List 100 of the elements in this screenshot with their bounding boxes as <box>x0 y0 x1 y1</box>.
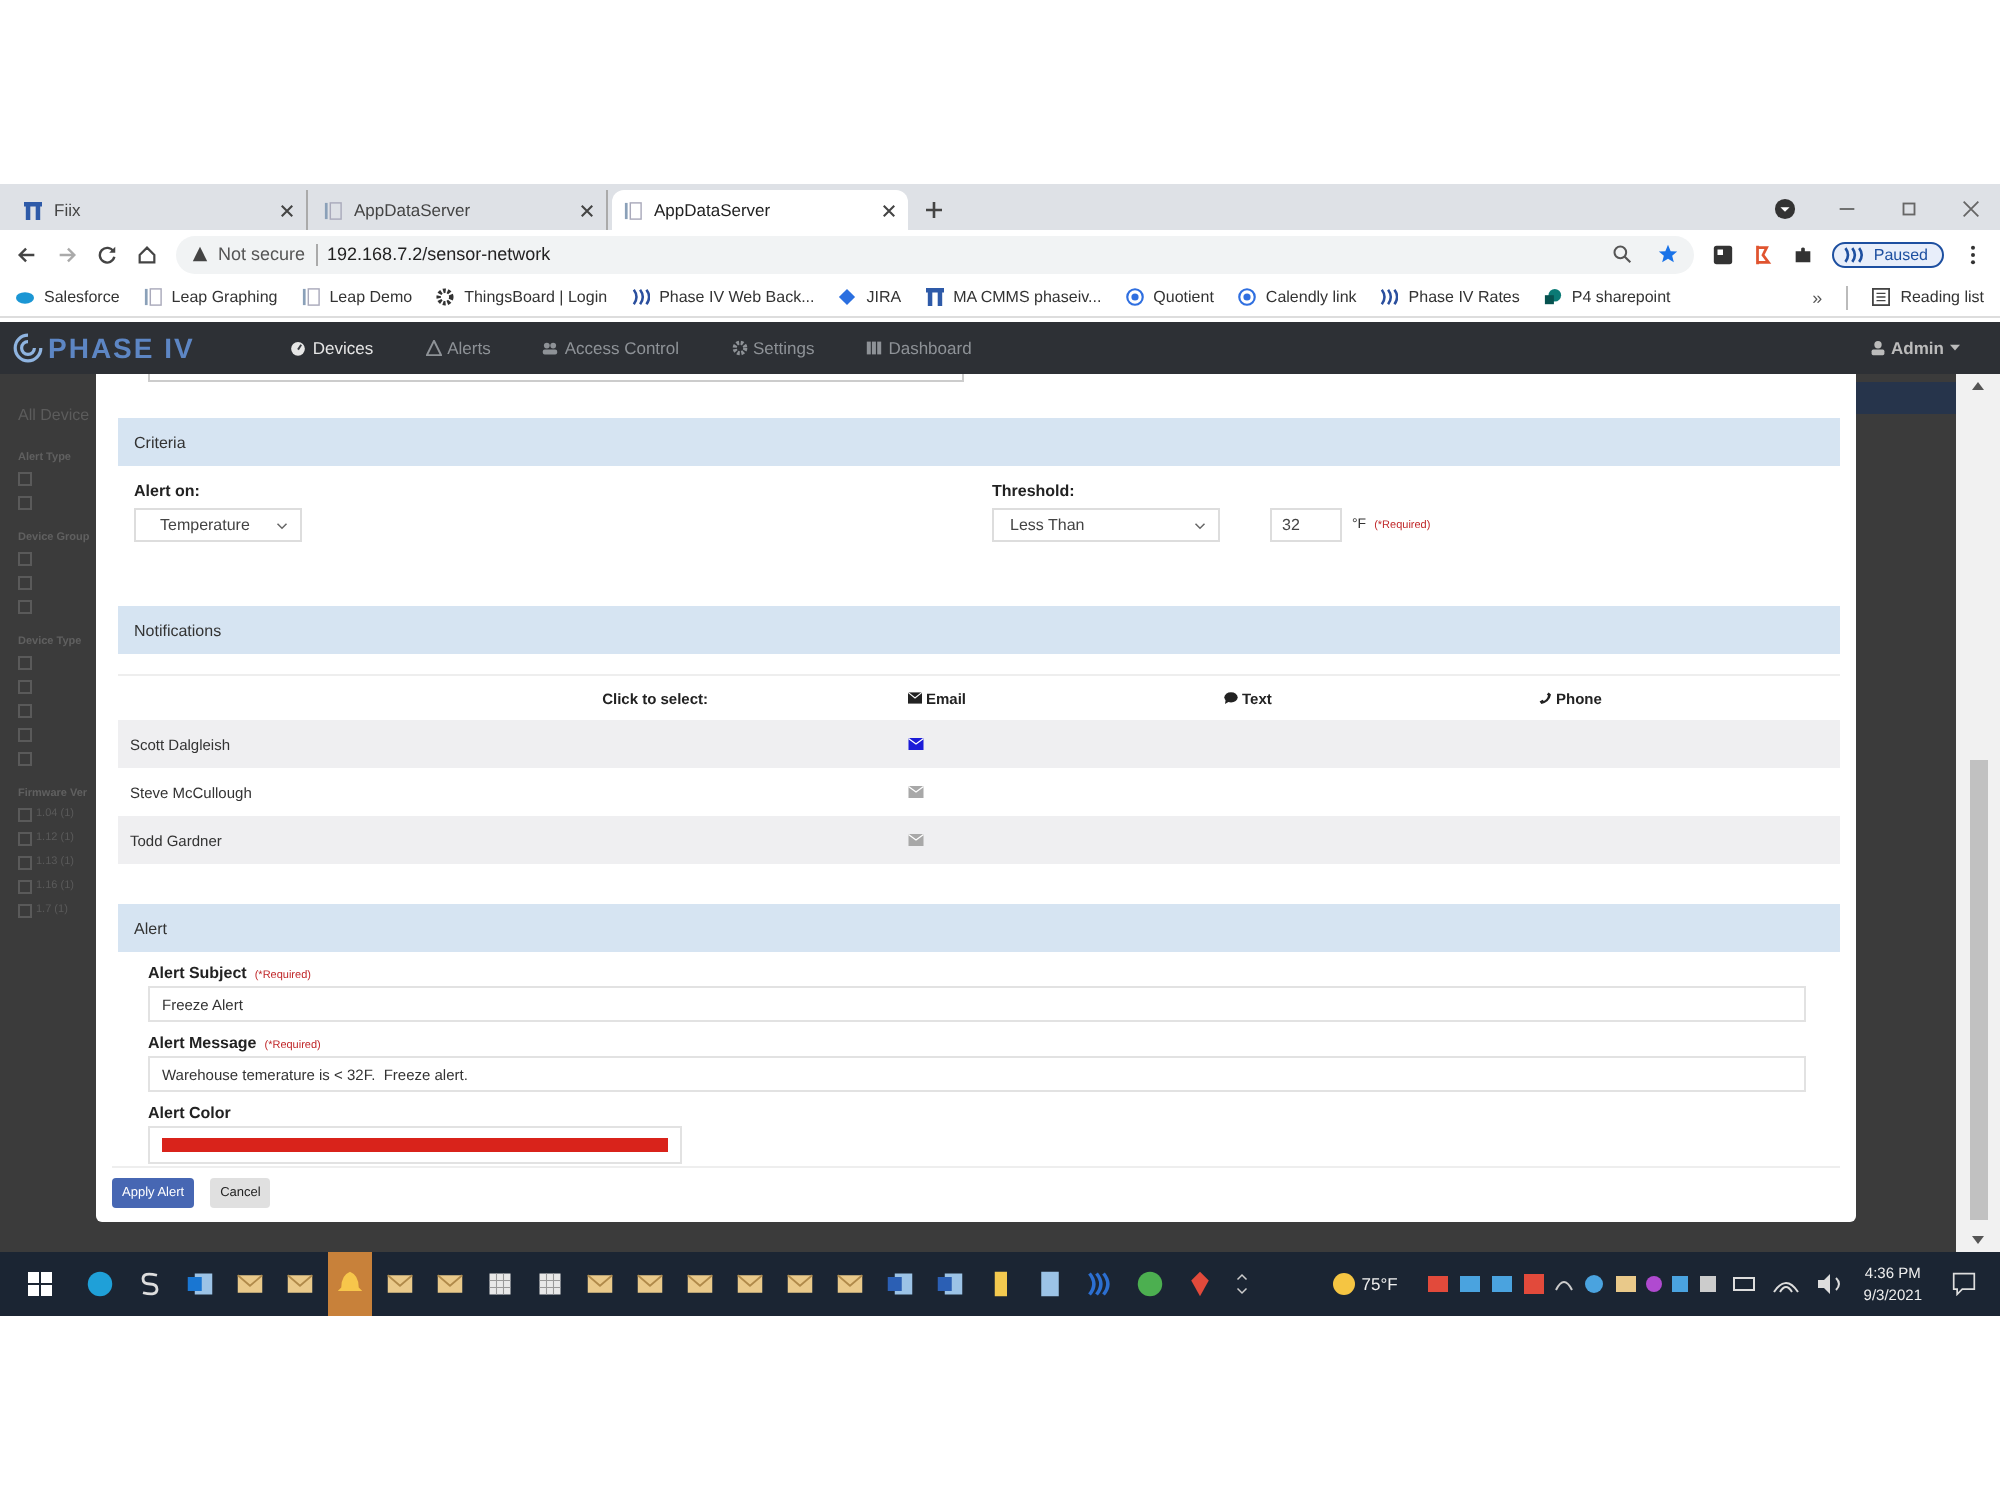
more-bookmarks-button[interactable]: » <box>1812 287 1823 307</box>
close-icon[interactable] <box>1960 198 1982 220</box>
close-icon[interactable] <box>280 203 294 217</box>
checkbox[interactable] <box>18 751 32 765</box>
notifications-icon[interactable] <box>1952 1272 1976 1296</box>
browser-tab[interactable]: Fiix <box>12 190 308 230</box>
field-label: Alert Color <box>148 1104 231 1122</box>
checkbox[interactable] <box>18 831 32 845</box>
puzzle-icon[interactable] <box>1791 243 1814 265</box>
up-arrow-icon[interactable] <box>1972 382 1984 390</box>
caret-icon <box>1950 344 1960 352</box>
squiggle-icon <box>136 1270 164 1298</box>
bookmark[interactable]: Leap Demo <box>301 288 413 306</box>
app-icon <box>1543 288 1562 306</box>
dropdown-icon[interactable] <box>1774 198 1796 220</box>
checkbox[interactable] <box>18 879 32 893</box>
start-icon[interactable] <box>28 1272 52 1296</box>
user-menu[interactable]: Admin <box>1869 338 1960 358</box>
scrollbar-thumb[interactable] <box>1969 760 1987 1220</box>
background-panel <box>1856 382 1956 414</box>
checkbox[interactable] <box>18 551 32 565</box>
threshold-select[interactable]: Less Than <box>992 508 1220 542</box>
back-icon[interactable] <box>16 243 38 265</box>
close-icon[interactable] <box>882 203 896 217</box>
gauge-icon <box>290 340 307 356</box>
cloud-icon <box>16 288 34 306</box>
checkbox[interactable] <box>18 655 32 669</box>
email-toggle-icon[interactable] <box>908 834 924 846</box>
envelope-icon <box>908 692 922 704</box>
checkbox[interactable] <box>18 855 32 869</box>
reading-list-icon <box>1872 288 1891 306</box>
bookmark[interactable]: Salesforce <box>16 288 120 306</box>
zoom-icon[interactable] <box>1611 244 1632 264</box>
bookmark[interactable]: P4 sharepoint <box>1543 288 1671 306</box>
reading-list-button[interactable]: Reading list <box>1872 288 1984 306</box>
chevron-icon <box>1194 521 1206 529</box>
close-icon[interactable] <box>580 203 594 217</box>
checkbox[interactable] <box>18 903 32 917</box>
target-icon <box>1237 288 1256 306</box>
nav-link[interactable]: Alerts <box>425 338 491 358</box>
bookmark[interactable]: Calendly link <box>1237 288 1357 306</box>
browser-tab[interactable]: AppDataServer <box>612 190 908 230</box>
threshold-input[interactable]: 32 <box>1270 508 1342 542</box>
field-label: Alert on: <box>134 482 202 500</box>
checkbox[interactable] <box>18 471 32 485</box>
nav-link[interactable]: Dashboard <box>866 338 972 358</box>
user-icon <box>1869 340 1886 356</box>
bookmark[interactable]: Leap Graphing <box>143 288 278 306</box>
down-arrow-icon[interactable] <box>1972 1236 1984 1244</box>
chart-icon <box>866 340 883 356</box>
address-field[interactable]: Not secure 192.168.7.2/sensor-network <box>176 235 1694 273</box>
logo-mark-icon <box>12 332 44 364</box>
alert-on-select[interactable]: Temperature <box>134 508 302 542</box>
browser-icon <box>1136 1270 1164 1298</box>
nav-link[interactable]: Access Control <box>542 338 679 358</box>
email-toggle-icon[interactable] <box>908 786 924 798</box>
input-field[interactable] <box>148 374 964 382</box>
sun-icon <box>1331 1272 1356 1296</box>
envelope-icon <box>736 1270 764 1298</box>
star-icon[interactable] <box>1657 244 1678 264</box>
checkbox[interactable] <box>18 727 32 741</box>
envelope-icon <box>386 1270 414 1298</box>
color-picker[interactable] <box>148 1126 682 1164</box>
bookmark[interactable]: Phase IV Rates <box>1380 288 1520 306</box>
nav-link[interactable]: Devices <box>290 338 374 358</box>
extension-icon[interactable] <box>1711 243 1734 265</box>
weather-text[interactable]: 75°F <box>1361 1274 1398 1294</box>
checkbox[interactable] <box>18 679 32 693</box>
mail-app-icon <box>186 1270 214 1298</box>
bookmark[interactable]: Phase IV Web Back... <box>631 288 815 306</box>
scrollbar[interactable] <box>1956 374 2000 1252</box>
bookmark[interactable]: JIRA <box>838 288 902 306</box>
email-toggle-icon[interactable] <box>908 738 924 750</box>
bookmark[interactable]: MA CMMS phaseiv... <box>925 288 1102 306</box>
scroll-icon[interactable] <box>1236 1270 1248 1298</box>
checkbox[interactable] <box>18 703 32 717</box>
bookmark[interactable]: ThingsBoard | Login <box>436 288 608 306</box>
waves-icon <box>1086 1270 1114 1298</box>
new-tab-icon[interactable] <box>924 200 944 220</box>
settings-icon <box>731 340 747 356</box>
phone-icon <box>1538 692 1552 704</box>
envelope-icon <box>786 1270 814 1298</box>
reload-icon[interactable] <box>96 243 118 265</box>
diamond-icon <box>838 288 857 306</box>
chat-icon <box>1224 692 1238 704</box>
checkbox[interactable] <box>18 575 32 589</box>
bookmark[interactable]: Quotient <box>1125 288 1214 306</box>
restore-icon[interactable] <box>1898 198 1920 220</box>
nav-link[interactable]: Settings <box>731 338 815 358</box>
page-icon <box>143 288 162 306</box>
logo: PHASE IV <box>12 332 195 364</box>
checkbox[interactable] <box>18 495 32 509</box>
envelope-icon <box>586 1270 614 1298</box>
chevron-icon <box>276 521 288 529</box>
checkbox[interactable] <box>18 807 32 821</box>
checkbox[interactable] <box>18 599 32 613</box>
home-icon[interactable] <box>136 243 158 265</box>
browser-tab[interactable]: AppDataServer <box>312 190 608 230</box>
profile-button[interactable]: Paused <box>1831 241 1944 267</box>
pin-icon <box>1186 1270 1214 1298</box>
